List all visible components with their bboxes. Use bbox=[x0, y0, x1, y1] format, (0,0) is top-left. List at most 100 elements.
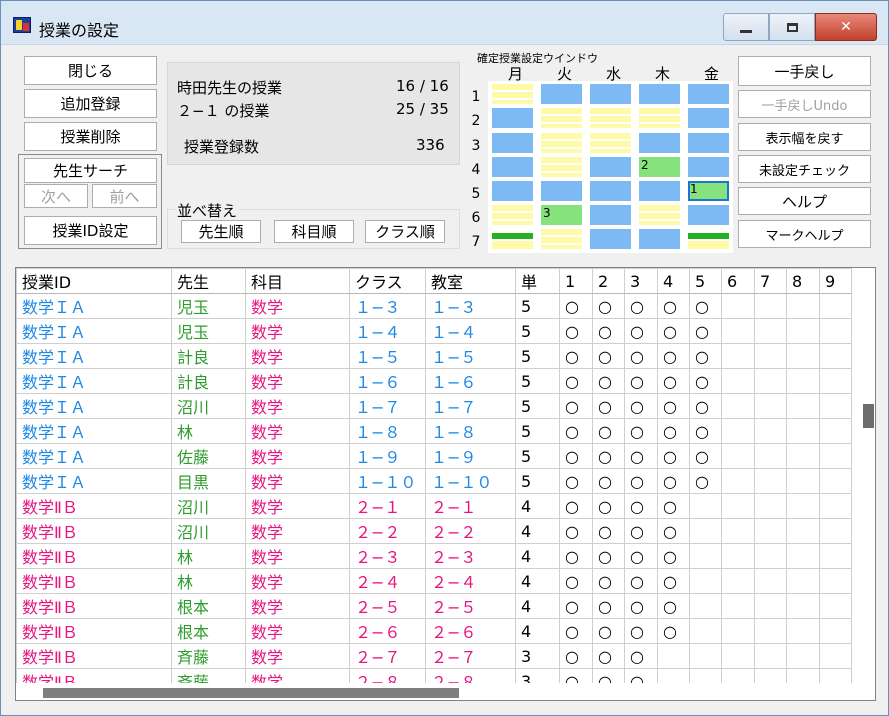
cell-teacher[interactable]: 計良 bbox=[171, 368, 246, 394]
cell-period-mark[interactable]: ○ bbox=[592, 493, 625, 519]
column-header[interactable]: 7 bbox=[754, 268, 787, 294]
cell-period-mark[interactable] bbox=[819, 593, 852, 619]
cell-subject[interactable]: 数学 bbox=[245, 593, 350, 619]
table-row[interactable]: 数学ＩＡ 沼川 数学 １−７ １−７ 5 ○ ○ ○ ○ ○ bbox=[16, 393, 852, 419]
cell-period-mark[interactable] bbox=[689, 493, 722, 519]
cell-teacher[interactable]: 児玉 bbox=[171, 318, 246, 344]
undo-undo-button[interactable]: 一手戻しUndo bbox=[738, 90, 871, 118]
cell-period-mark[interactable]: ○ bbox=[657, 293, 690, 319]
cell-period-mark[interactable]: ○ bbox=[592, 443, 625, 469]
column-header[interactable]: 3 bbox=[624, 268, 658, 294]
cell-period-mark[interactable] bbox=[819, 493, 852, 519]
next-button[interactable]: 次へ bbox=[24, 184, 88, 208]
schedule-cell-tue-3[interactable] bbox=[541, 133, 582, 153]
cell-period-mark[interactable]: ○ bbox=[624, 443, 658, 469]
column-header[interactable]: 先生 bbox=[171, 268, 246, 294]
cell-class[interactable]: ２−５ bbox=[349, 593, 426, 619]
cell-period-mark[interactable] bbox=[721, 443, 755, 469]
cell-lesson-id[interactable]: 数学ＩＡ bbox=[16, 293, 172, 319]
cell-period-mark[interactable]: ○ bbox=[624, 618, 658, 644]
cell-period-mark[interactable]: ○ bbox=[657, 593, 690, 619]
cell-period-mark[interactable] bbox=[721, 468, 755, 494]
cell-subject[interactable]: 数学 bbox=[245, 343, 350, 369]
cell-period-mark[interactable]: ○ bbox=[592, 343, 625, 369]
cell-period-mark[interactable]: ○ bbox=[624, 518, 658, 544]
cell-room[interactable]: １−８ bbox=[425, 418, 516, 444]
minimize-button[interactable] bbox=[723, 13, 769, 41]
cell-period-mark[interactable] bbox=[754, 293, 787, 319]
restore-width-button[interactable]: 表示幅を戻す bbox=[738, 123, 871, 151]
cell-units[interactable]: 4 bbox=[515, 543, 560, 569]
cell-period-mark[interactable] bbox=[721, 368, 755, 394]
cell-period-mark[interactable] bbox=[819, 393, 852, 419]
column-header[interactable]: 教室 bbox=[425, 268, 516, 294]
schedule-cell-thu-3[interactable] bbox=[639, 133, 680, 153]
schedule-cell-wed-6[interactable] bbox=[590, 205, 631, 225]
cell-period-mark[interactable] bbox=[819, 643, 852, 669]
cell-class[interactable]: １−８ bbox=[349, 418, 426, 444]
close-button[interactable]: 閉じる bbox=[24, 56, 157, 85]
cell-period-mark[interactable]: ○ bbox=[689, 318, 722, 344]
cell-period-mark[interactable] bbox=[819, 418, 852, 444]
cell-lesson-id[interactable]: 数学ＩＡ bbox=[16, 418, 172, 444]
cell-period-mark[interactable]: ○ bbox=[559, 468, 593, 494]
cell-period-mark[interactable] bbox=[754, 468, 787, 494]
cell-teacher[interactable]: 林 bbox=[171, 418, 246, 444]
schedule-cell-fri-7[interactable] bbox=[688, 229, 729, 249]
cell-period-mark[interactable]: ○ bbox=[592, 318, 625, 344]
column-header[interactable]: 単 bbox=[515, 268, 560, 294]
cell-subject[interactable]: 数学 bbox=[245, 368, 350, 394]
cell-room[interactable]: １−１０ bbox=[425, 468, 516, 494]
cell-period-mark[interactable]: ○ bbox=[559, 643, 593, 669]
schedule-cell-fri-1[interactable] bbox=[688, 84, 729, 104]
cell-period-mark[interactable] bbox=[786, 468, 820, 494]
cell-period-mark[interactable]: ○ bbox=[689, 368, 722, 394]
cell-lesson-id[interactable]: 数学ⅡＢ bbox=[16, 543, 172, 569]
cell-period-mark[interactable]: ○ bbox=[559, 618, 593, 644]
cell-period-mark[interactable] bbox=[689, 518, 722, 544]
cell-class[interactable]: １−９ bbox=[349, 443, 426, 469]
schedule-cell-wed-2[interactable] bbox=[590, 108, 631, 128]
cell-room[interactable]: １−５ bbox=[425, 343, 516, 369]
cell-period-mark[interactable] bbox=[786, 443, 820, 469]
cell-period-mark[interactable]: ○ bbox=[559, 443, 593, 469]
cell-period-mark[interactable]: ○ bbox=[559, 493, 593, 519]
table-row[interactable]: 数学ⅡＢ 林数学 ２−３ ２−３ 4 ○ ○ ○ ○ bbox=[16, 543, 852, 569]
cell-period-mark[interactable]: ○ bbox=[624, 293, 658, 319]
cell-class[interactable]: ２−３ bbox=[349, 543, 426, 569]
cell-subject[interactable]: 数学 bbox=[245, 568, 350, 594]
cell-lesson-id[interactable]: 数学ＩＡ bbox=[16, 443, 172, 469]
cell-period-mark[interactable] bbox=[721, 418, 755, 444]
table-row[interactable]: 数学ＩＡ 児玉 数学 １−３ １−３ 5 ○ ○ ○ ○ ○ bbox=[16, 293, 852, 319]
cell-units[interactable]: 4 bbox=[515, 618, 560, 644]
cell-period-mark[interactable] bbox=[754, 618, 787, 644]
cell-period-mark[interactable]: ○ bbox=[657, 343, 690, 369]
cell-period-mark[interactable]: ○ bbox=[559, 543, 593, 569]
cell-class[interactable]: １−７ bbox=[349, 393, 426, 419]
cell-lesson-id[interactable]: 数学ⅡＢ bbox=[16, 493, 172, 519]
table-row[interactable]: 数学ⅡＢ 林数学 ２−４ ２−４ 4 ○ ○ ○ ○ bbox=[16, 568, 852, 594]
cell-period-mark[interactable] bbox=[786, 643, 820, 669]
schedule-cell-wed-7[interactable] bbox=[590, 229, 631, 249]
cell-subject[interactable]: 数学 bbox=[245, 468, 350, 494]
cell-period-mark[interactable]: ○ bbox=[624, 418, 658, 444]
cell-class[interactable]: ２−６ bbox=[349, 618, 426, 644]
cell-period-mark[interactable] bbox=[721, 643, 755, 669]
schedule-cell-mon-2[interactable] bbox=[492, 108, 533, 128]
column-header[interactable]: 2 bbox=[592, 268, 625, 294]
cell-subject[interactable]: 数学 bbox=[245, 618, 350, 644]
cell-units[interactable]: 5 bbox=[515, 368, 560, 394]
table-row[interactable]: 数学ⅡＢ 根本 数学 ２−５ ２−５ 4 ○ ○ ○ ○ bbox=[16, 593, 852, 619]
cell-period-mark[interactable]: ○ bbox=[624, 643, 658, 669]
cell-period-mark[interactable] bbox=[754, 518, 787, 544]
cell-period-mark[interactable]: ○ bbox=[689, 293, 722, 319]
cell-subject[interactable]: 数学 bbox=[245, 418, 350, 444]
cell-teacher[interactable]: 根本 bbox=[171, 618, 246, 644]
cell-lesson-id[interactable]: 数学ⅡＢ bbox=[16, 518, 172, 544]
sort-by-class-button[interactable]: クラス順 bbox=[365, 220, 445, 243]
cell-period-mark[interactable] bbox=[657, 643, 690, 669]
prev-button[interactable]: 前へ bbox=[92, 184, 157, 208]
schedule-cell-thu-7[interactable] bbox=[639, 229, 680, 249]
schedule-cell-mon-6[interactable] bbox=[492, 205, 533, 225]
delete-lesson-button[interactable]: 授業削除 bbox=[24, 122, 157, 151]
